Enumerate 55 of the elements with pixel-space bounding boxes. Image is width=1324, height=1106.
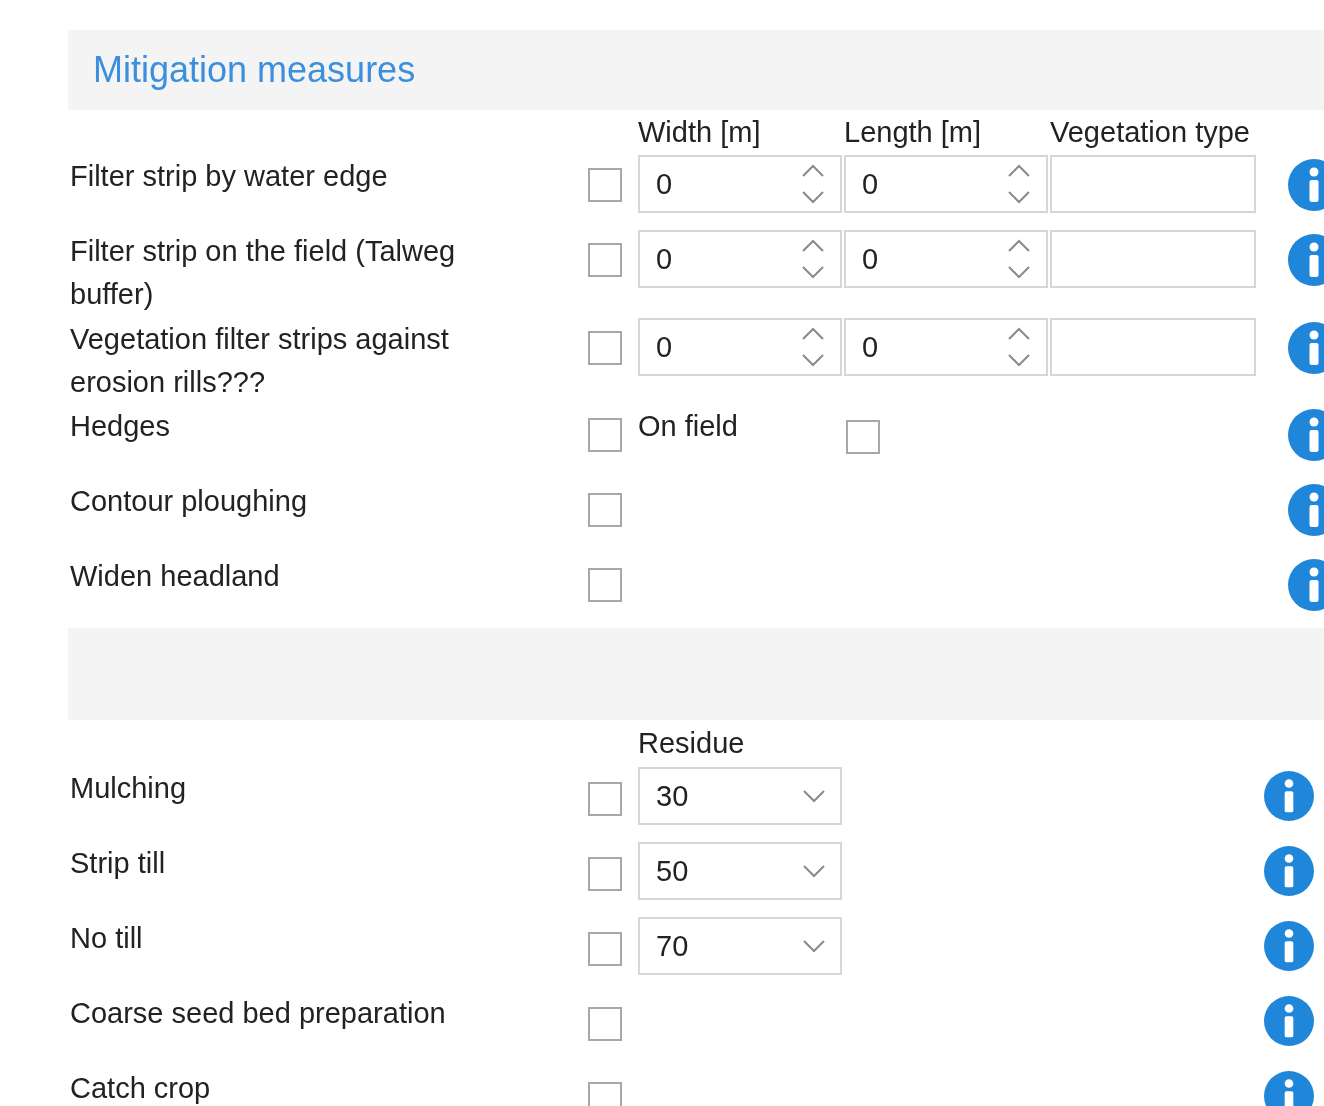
residue-dropdown[interactable]: 50 xyxy=(638,842,842,900)
measure-label: No till xyxy=(70,921,144,956)
spinner-icon[interactable] xyxy=(800,162,826,206)
checkbox[interactable] xyxy=(588,243,622,277)
spinner-icon[interactable] xyxy=(1006,325,1032,369)
checkbox[interactable] xyxy=(588,568,622,602)
checkbox[interactable] xyxy=(588,493,622,527)
column-header: Length [m] xyxy=(844,115,983,150)
measure-label: Contour ploughing xyxy=(70,484,308,519)
checkbox[interactable] xyxy=(588,331,622,365)
measure-label: Filter strip on the field (Talweg buffer) xyxy=(70,234,457,312)
spinner-icon[interactable] xyxy=(1006,237,1032,281)
checkbox[interactable] xyxy=(588,418,622,452)
checkbox[interactable] xyxy=(846,420,880,454)
checkbox[interactable] xyxy=(588,168,622,202)
checkbox[interactable] xyxy=(588,857,622,891)
measure-label: Vegetation filter strips against erosion rills??? xyxy=(70,322,450,400)
checkbox[interactable] xyxy=(588,782,622,816)
checkbox[interactable] xyxy=(588,1007,622,1041)
text-field[interactable] xyxy=(1050,155,1256,213)
number-field[interactable]: 0 xyxy=(844,230,1048,288)
measure-label: Widen headland xyxy=(70,559,281,594)
measure-label: Hedges xyxy=(70,409,171,444)
number-field[interactable]: 0 xyxy=(638,230,842,288)
column-header: Width [m] xyxy=(638,115,762,150)
measure-label: Catch crop xyxy=(70,1071,212,1106)
measure-label: Filter strip by water edge xyxy=(70,159,389,194)
chevron-icon xyxy=(802,939,826,953)
spinner-icon[interactable] xyxy=(800,325,826,369)
section-title: Mitigation measures xyxy=(68,30,1324,110)
number-field[interactable]: 0 xyxy=(844,318,1048,376)
measure-label: Mulching xyxy=(70,771,188,806)
spinner-icon[interactable] xyxy=(1006,162,1032,206)
info-icon[interactable] xyxy=(1264,771,1314,821)
residue-dropdown[interactable]: 30 xyxy=(638,767,842,825)
number-field[interactable]: 0 xyxy=(638,155,842,213)
text-field[interactable] xyxy=(1050,230,1256,288)
checkbox[interactable] xyxy=(588,932,622,966)
text-field[interactable] xyxy=(1050,318,1256,376)
checkbox[interactable] xyxy=(588,1082,622,1106)
option-label: On field xyxy=(638,409,739,444)
chevron-icon xyxy=(802,789,826,803)
measure-label: Coarse seed bed preparation xyxy=(70,996,447,1031)
info-icon[interactable] xyxy=(1264,1071,1314,1106)
measure-label: Strip till xyxy=(70,846,167,881)
spinner-icon[interactable] xyxy=(800,237,826,281)
column-header: Vegetation type xyxy=(1050,115,1251,150)
number-field[interactable]: 0 xyxy=(844,155,1048,213)
info-icon[interactable] xyxy=(1264,921,1314,971)
chevron-icon xyxy=(802,864,826,878)
residue-dropdown[interactable]: 70 xyxy=(638,917,842,975)
column-header: Residue xyxy=(638,726,746,761)
number-field[interactable]: 0 xyxy=(638,318,842,376)
info-icon[interactable] xyxy=(1264,846,1314,896)
info-icon[interactable] xyxy=(1264,996,1314,1046)
